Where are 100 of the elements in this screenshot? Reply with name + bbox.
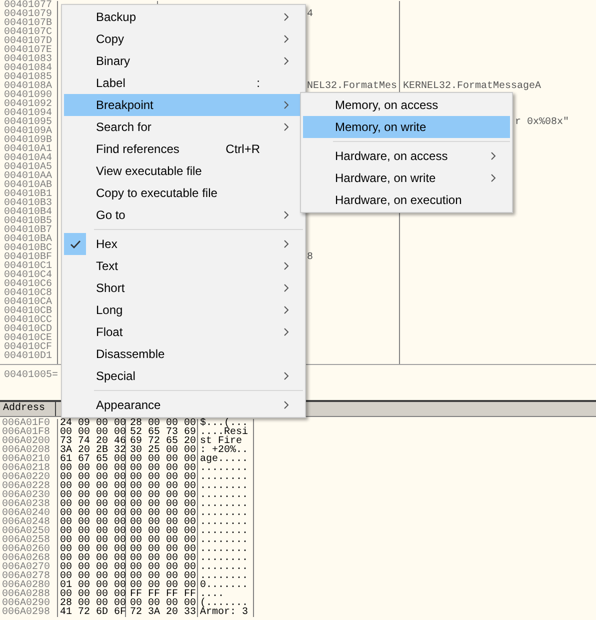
menu-item[interactable]: Backup	[64, 6, 303, 28]
address-cell: 004010B1	[4, 190, 52, 199]
menu-item[interactable]: Text	[64, 255, 303, 277]
ascii-cell: Armor: 3	[200, 608, 248, 617]
menu-item[interactable]: Hardware, on access	[303, 145, 510, 167]
address-cell: 006A0208	[2, 446, 50, 455]
hex-cell: 00 00 00 00	[130, 482, 196, 491]
hex-cell: 00 00 00 00	[130, 527, 196, 536]
check-icon	[64, 233, 86, 255]
menu-item[interactable]: Copy	[64, 28, 303, 50]
chevron-right-icon	[284, 306, 289, 314]
address-cell: 004010CA	[4, 298, 52, 307]
address-cell: 004010B5	[4, 217, 52, 226]
chevron-right-icon	[284, 372, 289, 380]
hex-cell: 00 00 00 00	[130, 581, 196, 590]
ascii-cell: ........	[200, 500, 248, 509]
hex-cell: 00 00 00 00	[130, 509, 196, 518]
menu-item[interactable]: Appearance	[64, 394, 303, 416]
hex-cell: 41 72 6D 6F	[60, 608, 126, 617]
address-cell: 0040107E	[4, 46, 52, 55]
address-cell: 006A0228	[2, 482, 50, 491]
address-cell: 006A0278	[2, 572, 50, 581]
menu-item[interactable]: Go to	[64, 204, 303, 226]
address-cell: 004010CB	[4, 307, 52, 316]
disassembly-text: 8	[307, 252, 314, 263]
disassembly-text: NEL32.FormatMes	[307, 81, 398, 92]
address-cell: 006A0298	[2, 608, 50, 617]
address-cell: 00401077	[4, 1, 52, 10]
address-cell: 00401095	[4, 118, 52, 127]
hex-cell: 00 00 00 00	[60, 482, 126, 491]
menu-item[interactable]: Hex	[64, 233, 303, 255]
ascii-cell: 0.......	[200, 581, 248, 590]
menu-item[interactable]: View executable file	[64, 160, 303, 182]
hex-cell: 00 00 00 00	[130, 464, 196, 473]
address-cell: 004010CE	[4, 334, 52, 343]
menu-item[interactable]: Disassemble	[64, 343, 303, 365]
chevron-right-icon	[284, 401, 289, 409]
menu-item[interactable]: Memory, on write	[303, 116, 510, 138]
menu-item[interactable]: Long	[64, 299, 303, 321]
hex-cell: 00 00 00 00	[60, 500, 126, 509]
address-cell: 006A0248	[2, 518, 50, 527]
address-cell: 006A0200	[2, 437, 50, 446]
hex-cell: 00 00 00 00	[60, 527, 126, 536]
hex-cell: 00 00 00 00	[60, 554, 126, 563]
ascii-cell: ........	[200, 545, 248, 554]
menu-item[interactable]: Find references Ctrl+R	[64, 138, 303, 160]
address-cell: 00401083	[4, 55, 52, 64]
menu-item[interactable]: Float	[64, 321, 303, 343]
address-cell: 004010B3	[4, 199, 52, 208]
chevron-right-icon	[284, 240, 289, 248]
ascii-cell: ........	[200, 464, 248, 473]
menu-item[interactable]: Copy to executable file	[64, 182, 303, 204]
ascii-cell: ........	[200, 536, 248, 545]
menu-item[interactable]: Short	[64, 277, 303, 299]
column-header: Address	[0, 402, 56, 416]
hex-cell: 28 00 00 00	[60, 599, 126, 608]
hex-cell: FF FF FF FF	[130, 590, 196, 599]
address-cell: 006A0230	[2, 491, 50, 500]
address-cell: 006A0218	[2, 464, 50, 473]
address-cell: 006A01F0	[2, 419, 50, 428]
menu-item[interactable]: Breakpoint	[64, 94, 303, 116]
hex-cell: 3A 20 2B 32	[60, 446, 126, 455]
comment-text: KERNEL32.FormatMessageA	[403, 81, 542, 92]
chevron-right-icon	[284, 262, 289, 270]
chevron-right-icon	[284, 35, 289, 43]
chevron-right-icon	[491, 152, 496, 160]
menu-item[interactable]: Label :	[64, 72, 303, 94]
hex-cell: 00 00 00 00	[60, 572, 126, 581]
address-cell: 004010CF	[4, 343, 52, 352]
ascii-cell: ........	[200, 482, 248, 491]
hex-cell: 00 00 00 00	[60, 545, 126, 554]
ascii-cell: ........	[200, 563, 248, 572]
menu-item[interactable]: Special	[64, 365, 303, 387]
address-cell: 006A0270	[2, 563, 50, 572]
address-cell: 004010AB	[4, 181, 52, 190]
address-cell: 00401090	[4, 91, 52, 100]
address-cell: 006A0220	[2, 473, 50, 482]
hex-cell: 73 74 20 46	[60, 437, 126, 446]
hex-cell: 00 00 00 00	[130, 518, 196, 527]
address-cell: 004010A5	[4, 163, 52, 172]
hex-cell: 30 25 00 00	[130, 446, 196, 455]
menu-item[interactable]: Memory, on access	[303, 94, 510, 116]
address-cell: 006A0290	[2, 599, 50, 608]
chevron-right-icon	[491, 174, 496, 182]
menu-item[interactable]: Search for	[64, 116, 303, 138]
menu-item[interactable]: Hardware, on write	[303, 167, 510, 189]
ascii-cell: ........	[200, 554, 248, 563]
chevron-right-icon	[284, 13, 289, 21]
address-cell: 004010B4	[4, 208, 52, 217]
menu-item[interactable]: Hardware, on execution	[303, 189, 510, 211]
hex-cell: 00 00 00 00	[60, 518, 126, 527]
hex-cell: 61 67 65 00	[60, 455, 126, 464]
address-cell: 004010BA	[4, 235, 52, 244]
address-cell: 004010AA	[4, 172, 52, 181]
ascii-cell: st Fire	[200, 437, 242, 446]
menu-item[interactable]: Binary	[64, 50, 303, 72]
address-cell: 006A0238	[2, 500, 50, 509]
hex-cell: 00 00 00 00	[130, 554, 196, 563]
address-cell: 004010A1	[4, 145, 52, 154]
address-cell: 004010A4	[4, 154, 52, 163]
